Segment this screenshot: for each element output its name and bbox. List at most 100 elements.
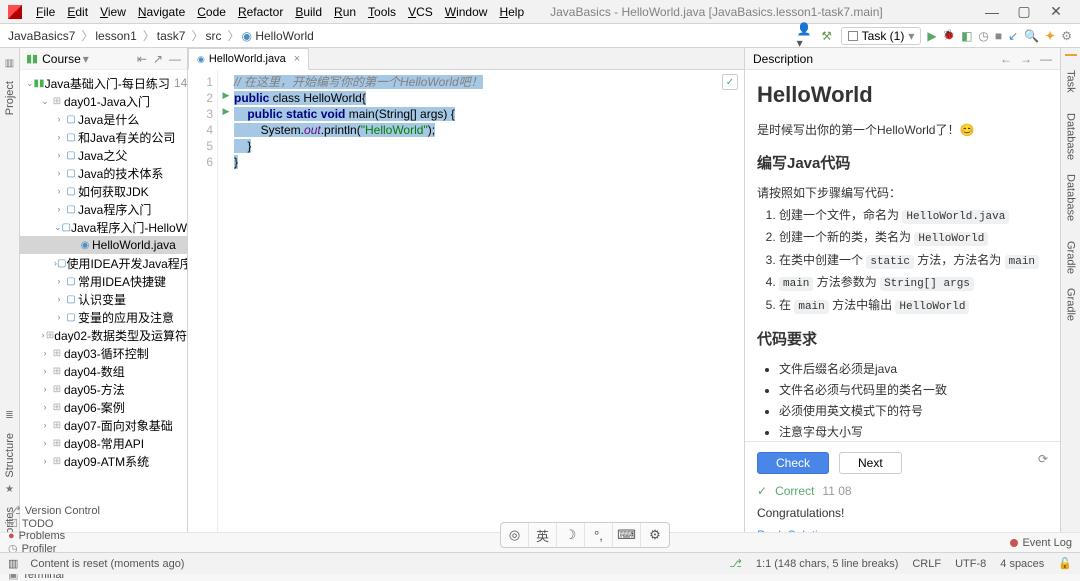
structure-rail[interactable]: Structure (4, 433, 16, 478)
req-item: 必须使用英文模式下的符号 (779, 402, 1048, 420)
tree-item[interactable]: ›▢如何获取JDK (20, 182, 187, 200)
breadcrumb-item[interactable]: JavaBasics7 (8, 29, 75, 43)
course-dropdown[interactable]: ▾ (83, 52, 89, 66)
run-gutter[interactable]: ▶▶ (218, 70, 234, 552)
tree-item[interactable]: ›▢Java是什么 (20, 110, 187, 128)
breadcrumb-item[interactable]: lesson1 (95, 29, 136, 43)
course-tree[interactable]: ⌄▮▮Java基础入门-每日练习14/109⌄⊞day01-Java入门›▢Ja… (20, 70, 187, 552)
description-header-label: Description (753, 52, 813, 66)
menu-build[interactable]: Build (295, 5, 322, 19)
gradle-rail[interactable]: Gradle (1065, 241, 1077, 274)
tree-item[interactable]: ›⊞day08-常用API (20, 434, 187, 452)
menu-code[interactable]: Code (197, 5, 226, 19)
tree-item[interactable]: ›▢使用IDEA开发Java程序 (20, 254, 187, 272)
tree-item[interactable]: ›▢变量的应用及注意 (20, 308, 187, 326)
menu-help[interactable]: Help (499, 5, 524, 19)
req-item: 文件后缀名必须是java (779, 360, 1048, 378)
tree-item[interactable]: ◉HelloWorld.java (20, 236, 187, 254)
check-button[interactable]: Check (757, 452, 829, 474)
database-rail[interactable]: Database (1065, 113, 1077, 160)
ime-button[interactable]: ☽ (557, 523, 585, 547)
tree-item[interactable]: ›▢常用IDEA快捷键 (20, 272, 187, 290)
menu-run[interactable]: Run (334, 5, 356, 19)
tree-item[interactable]: ⌄⊞day01-Java入门 (20, 92, 187, 110)
update-button[interactable]: ↙ (1008, 29, 1018, 43)
run-config-selector[interactable]: Task (1)▾ (841, 27, 922, 45)
ime-button[interactable]: ⌨ (613, 523, 641, 547)
profile-button[interactable]: ◷ (978, 29, 988, 43)
menu-vcs[interactable]: VCS (408, 5, 433, 19)
refresh-icon[interactable]: ⟳ (1038, 452, 1048, 474)
minimize-button[interactable]: — (976, 4, 1008, 20)
inspection-badge[interactable]: ✓ (722, 74, 738, 90)
collapse-all-icon[interactable]: ⇤ (137, 52, 147, 66)
stop-button[interactable]: ■ (995, 29, 1002, 43)
tool-todo[interactable]: ☑TODO (8, 517, 100, 530)
project-rail[interactable]: Project (4, 81, 16, 115)
hide-icon[interactable]: — (169, 52, 181, 66)
menu-refactor[interactable]: Refactor (238, 5, 283, 19)
tree-item[interactable]: ›▢Java程序入门 (20, 200, 187, 218)
code-editor[interactable]: 123456 ▶▶ // 在这里，开始编写你的第一个HelloWorld吧！pu… (188, 70, 744, 552)
next-button[interactable]: Next (839, 452, 902, 474)
description-body: HelloWorld 是时候写出你的第一个HelloWorld了！😊 编写Jav… (745, 70, 1060, 441)
readonly-lock-icon[interactable]: 🔓 (1058, 557, 1072, 570)
tree-item[interactable]: ⌄▢Java程序入门-HelloWorld (20, 218, 187, 236)
maximize-button[interactable]: ▢ (1008, 3, 1040, 20)
file-encoding[interactable]: UTF-8 (955, 558, 986, 570)
event-log-button[interactable]: Event Log (1022, 537, 1072, 549)
line-gutter: 123456 (188, 70, 218, 552)
search-icon[interactable]: 🔍 (1024, 29, 1039, 43)
user-icon[interactable]: 👤▾ (797, 28, 813, 44)
run-button[interactable]: ▶ (927, 29, 936, 43)
tree-item[interactable]: ›⊞day09-ATM系统 (20, 452, 187, 470)
steps-list: 创建一个文件，命名为 HelloWorld.java创建一个新的类，类名为 He… (757, 206, 1048, 316)
tree-item[interactable]: ›⊞day06-案例 (20, 398, 187, 416)
tree-item[interactable]: ›▢和Java有关的公司 (20, 128, 187, 146)
tree-item[interactable]: ›⊞day04-数组 (20, 362, 187, 380)
tree-item[interactable]: ›⊞day07-面向对象基础 (20, 416, 187, 434)
breadcrumb-item[interactable]: ◉ HelloWorld (242, 29, 314, 43)
git-branch-icon[interactable]: ⎇ (729, 557, 742, 570)
close-button[interactable]: ✕ (1040, 3, 1072, 20)
settings-icon[interactable]: ⚙ (1061, 29, 1072, 43)
hammer-icon[interactable]: ⚒ (819, 28, 835, 44)
status-tray-icon[interactable]: ▥ (8, 557, 18, 570)
tree-item[interactable]: ›▢Java的技术体系 (20, 164, 187, 182)
tool-version-control[interactable]: ⎇Version Control (8, 504, 100, 517)
ime-button[interactable]: ⚙ (641, 523, 669, 547)
breadcrumb-item[interactable]: src (205, 29, 221, 43)
menu-view[interactable]: View (100, 5, 126, 19)
tree-item[interactable]: ›⊞day03-循环控制 (20, 344, 187, 362)
menu-edit[interactable]: Edit (67, 5, 88, 19)
tree-item[interactable]: ›⊞day02-数据类型及运算符 (20, 326, 187, 344)
menu-window[interactable]: Window (445, 5, 488, 19)
menu-file[interactable]: File (36, 5, 55, 19)
debug-button[interactable]: 🐞 (943, 30, 955, 41)
tree-item[interactable]: ›⊞day05-方法 (20, 380, 187, 398)
line-separator[interactable]: CRLF (912, 558, 941, 570)
nav-fwd-icon[interactable]: → (1020, 52, 1032, 66)
menu-navigate[interactable]: Navigate (138, 5, 185, 19)
add-button[interactable]: ✦ (1045, 29, 1055, 43)
ime-button[interactable]: °, (585, 523, 613, 547)
desc-hide-icon[interactable]: — (1040, 52, 1052, 66)
expand-icon[interactable]: ↗ (153, 52, 163, 66)
ime-button[interactable]: 英 (529, 523, 557, 547)
breadcrumb-item[interactable]: task7 (157, 29, 186, 43)
coverage-button[interactable]: ◧ (961, 29, 972, 43)
close-tab-icon[interactable]: × (294, 53, 300, 65)
task-rail[interactable]: Task (1065, 70, 1077, 93)
nav-back-icon[interactable]: ← (1000, 52, 1012, 66)
ime-toolbar[interactable]: ◎英☽°,⌨⚙ (500, 522, 670, 548)
tool-problems[interactable]: ●Problems (8, 530, 100, 542)
editor-tab-helloworld[interactable]: ◉ HelloWorld.java × (188, 48, 309, 70)
tree-item[interactable]: ›▢Java之父 (20, 146, 187, 164)
indent-setting[interactable]: 4 spaces (1000, 558, 1044, 570)
ime-button[interactable]: ◎ (501, 523, 529, 547)
caret-position[interactable]: 1:1 (148 chars, 5 line breaks) (756, 558, 898, 570)
menu-tools[interactable]: Tools (368, 5, 396, 19)
step-item: main 方法参数为 String[] args (779, 273, 1048, 293)
tree-item[interactable]: ⌄▮▮Java基础入门-每日练习14/109 (20, 74, 187, 92)
tree-item[interactable]: ›▢认识变量 (20, 290, 187, 308)
